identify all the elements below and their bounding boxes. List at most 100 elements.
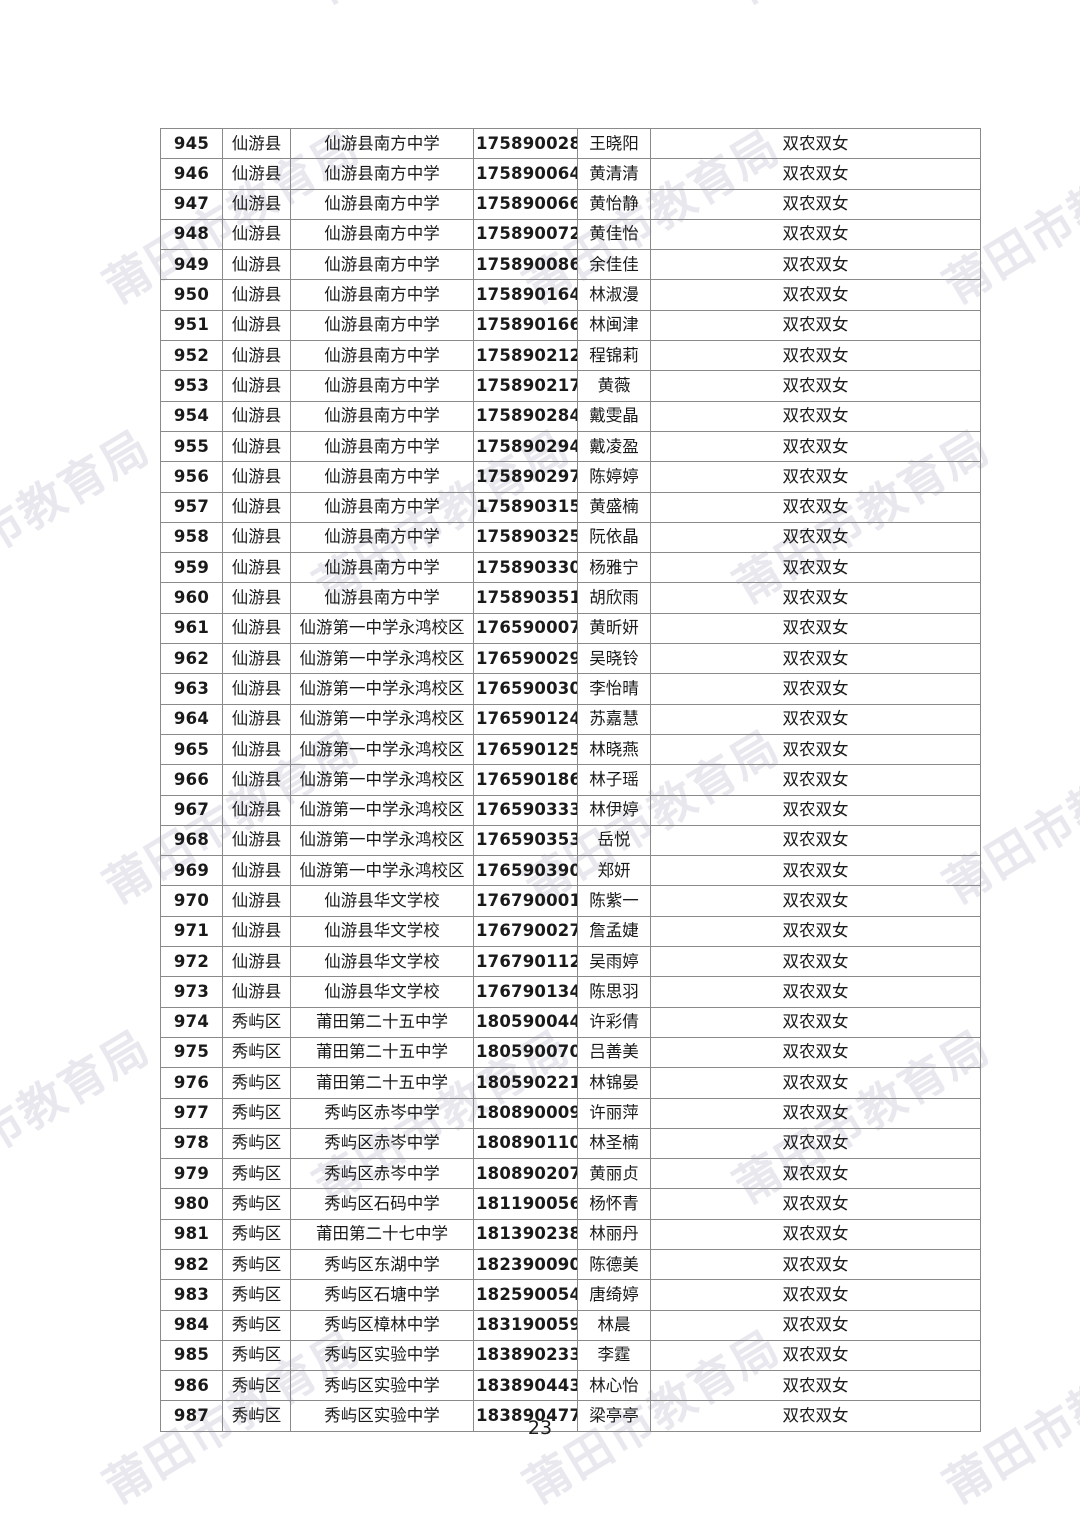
- row-area: 仙游县: [222, 521, 291, 554]
- row-category: 双农双女: [650, 673, 981, 705]
- row-category: 双农双女: [650, 1279, 981, 1311]
- table-row: 954 仙游县 仙游县南方中学 175890284 戴雯晶 双农双女: [160, 400, 981, 432]
- row-seq: 956: [160, 461, 223, 493]
- row-school: 仙游第一中学永鸿校区: [290, 824, 474, 857]
- row-school: 秀屿区赤岑中学: [290, 1158, 474, 1190]
- table-row: 949 仙游县 仙游县南方中学 175890086 余佳佳 双农双女: [160, 249, 981, 281]
- row-seq: 945: [160, 127, 223, 160]
- row-area: 秀屿区: [222, 1127, 291, 1160]
- row-category: 双农双女: [650, 552, 981, 584]
- row-exam-number: 176590029: [473, 643, 578, 675]
- row-student-name: 吴雨婷: [577, 946, 651, 978]
- table-row: 984 秀屿区 秀屿区樟林中学 183190059 林晨 双农双女: [160, 1309, 981, 1341]
- row-school: 秀屿区实验中学: [290, 1339, 474, 1372]
- row-category: 双农双女: [650, 1339, 981, 1372]
- row-category: 双农双女: [650, 976, 981, 1008]
- table-row: 973 仙游县 仙游县华文学校 176790134 陈思羽 双农双女: [160, 976, 981, 1008]
- row-student-name: 黄怡静: [577, 188, 651, 220]
- row-student-name: 黄佳怡: [577, 218, 651, 251]
- table-row: 980 秀屿区 秀屿区石码中学 181190056 杨怀青 双农双女: [160, 1188, 981, 1220]
- row-seq: 962: [160, 643, 223, 675]
- table-row: 955 仙游县 仙游县南方中学 175890294 戴凌盈 双农双女: [160, 430, 981, 463]
- row-student-name: 黄清清: [577, 158, 651, 190]
- row-school: 仙游县南方中学: [290, 400, 474, 432]
- row-school: 仙游县南方中学: [290, 218, 474, 251]
- row-seq: 973: [160, 976, 223, 1008]
- row-seq: 968: [160, 824, 223, 857]
- row-area: 仙游县: [222, 703, 291, 735]
- row-exam-number: 176590333: [473, 794, 578, 826]
- row-school: 莆田第二十五中学: [290, 1006, 474, 1038]
- row-category: 双农双女: [650, 1309, 981, 1341]
- row-area: 仙游县: [222, 582, 291, 614]
- row-category: 双农双女: [650, 249, 981, 281]
- roster-table-body: 945 仙游县 仙游县南方中学 175890028 王晓阳 双农双女 946 仙游县 仙游县南方…: [160, 127, 981, 1432]
- row-category: 双农双女: [650, 703, 981, 735]
- row-school: 莆田第二十五中学: [290, 1036, 474, 1069]
- row-area: 仙游县: [222, 340, 291, 372]
- table-row: 958 仙游县 仙游县南方中学 175890325 阮依晶 双农双女: [160, 521, 981, 554]
- row-exam-number: 176590390: [473, 855, 578, 887]
- roster-table: 945 仙游县 仙游县南方中学 175890028 王晓阳 双农双女 946 仙游县 仙游县南方…: [160, 127, 981, 1432]
- row-school: 秀屿区石塘中学: [290, 1279, 474, 1311]
- row-student-name: 岳悦: [577, 824, 651, 857]
- row-category: 双农双女: [650, 855, 981, 887]
- row-area: 仙游县: [222, 461, 291, 493]
- row-school: 仙游第一中学永鸿校区: [290, 612, 474, 645]
- table-row: 961 仙游县 仙游第一中学永鸿校区 176590007 黄昕妍 双农双女: [160, 612, 981, 645]
- row-seq: 961: [160, 612, 223, 645]
- row-student-name: 吴晓铃: [577, 643, 651, 675]
- row-seq: 975: [160, 1036, 223, 1069]
- row-school: 仙游县南方中学: [290, 552, 474, 584]
- row-exam-number: 175890297: [473, 461, 578, 493]
- row-student-name: 林淑漫: [577, 279, 651, 311]
- row-seq: 970: [160, 885, 223, 917]
- row-student-name: 林晓燕: [577, 733, 651, 766]
- row-school: 秀屿区樟林中学: [290, 1309, 474, 1341]
- table-row: 971 仙游县 仙游县华文学校 176790027 詹孟婕 双农双女: [160, 915, 981, 948]
- row-exam-number: 176790112: [473, 946, 578, 978]
- row-school: 仙游县华文学校: [290, 915, 474, 948]
- row-exam-number: 175890066: [473, 188, 578, 220]
- row-seq: 959: [160, 552, 223, 584]
- row-area: 仙游县: [222, 612, 291, 645]
- row-student-name: 余佳佳: [577, 249, 651, 281]
- table-row: 985 秀屿区 秀屿区实验中学 183890233 李霆 双农双女: [160, 1339, 981, 1372]
- row-school: 莆田第二十五中学: [290, 1067, 474, 1099]
- row-student-name: 林子瑶: [577, 764, 651, 796]
- row-school: 仙游县南方中学: [290, 491, 474, 523]
- row-seq: 948: [160, 218, 223, 251]
- row-area: 仙游县: [222, 279, 291, 311]
- row-student-name: 林锦晏: [577, 1067, 651, 1099]
- row-category: 双农双女: [650, 612, 981, 645]
- row-student-name: 黄丽贞: [577, 1158, 651, 1190]
- row-exam-number: 175890212: [473, 340, 578, 372]
- row-category: 双农双女: [650, 1158, 981, 1190]
- document-page: 945 仙游县 仙游县南方中学 175890028 王晓阳 双农双女 946 仙游县 仙游县南方…: [0, 0, 1080, 1527]
- row-category: 双农双女: [650, 733, 981, 766]
- row-student-name: 黄盛楠: [577, 491, 651, 523]
- table-row: 983 秀屿区 秀屿区石塘中学 182590054 唐绮婷 双农双女: [160, 1279, 981, 1311]
- row-area: 仙游县: [222, 946, 291, 978]
- table-row: 951 仙游县 仙游县南方中学 175890166 林闽津 双农双女: [160, 309, 981, 342]
- row-area: 秀屿区: [222, 1370, 291, 1402]
- row-student-name: 黄薇: [577, 370, 651, 402]
- row-seq: 965: [160, 733, 223, 766]
- row-school: 秀屿区东湖中学: [290, 1248, 474, 1281]
- row-seq: 981: [160, 1218, 223, 1250]
- table-row: 982 秀屿区 秀屿区东湖中学 182390090 陈德美 双农双女: [160, 1248, 981, 1281]
- row-category: 双农双女: [650, 1067, 981, 1099]
- row-exam-number: 176590124: [473, 703, 578, 735]
- row-area: 仙游县: [222, 643, 291, 675]
- row-area: 仙游县: [222, 218, 291, 251]
- table-row: 967 仙游县 仙游第一中学永鸿校区 176590333 林伊婷 双农双女: [160, 794, 981, 826]
- row-seq: 978: [160, 1127, 223, 1160]
- row-school: 仙游县华文学校: [290, 976, 474, 1008]
- row-category: 双农双女: [650, 340, 981, 372]
- table-row: 976 秀屿区 莆田第二十五中学 180590221 林锦晏 双农双女: [160, 1067, 981, 1099]
- row-seq: 950: [160, 279, 223, 311]
- row-student-name: 陈思羽: [577, 976, 651, 1008]
- row-school: 仙游县南方中学: [290, 582, 474, 614]
- row-seq: 951: [160, 309, 223, 342]
- row-exam-number: 175890330: [473, 552, 578, 584]
